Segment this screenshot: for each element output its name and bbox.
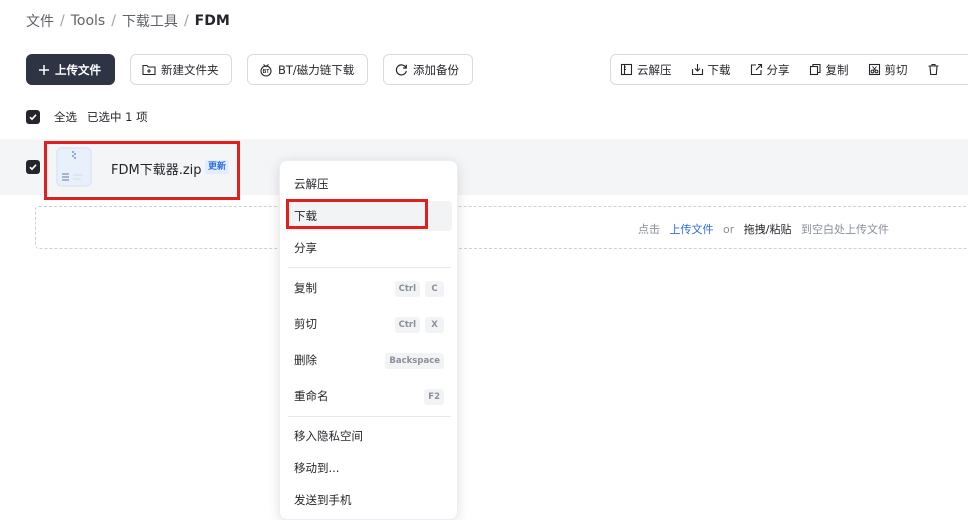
cut-action[interactable]: 剪切: [868, 62, 908, 78]
bt-download-button-label: BT/磁力链下载: [278, 62, 355, 77]
copy-action[interactable]: 复制: [809, 62, 849, 78]
upload-button-label: 上传文件: [55, 62, 101, 77]
download-icon: [691, 64, 703, 76]
dropzone-or: or: [723, 223, 735, 236]
menu-item-label: 云解压: [294, 177, 329, 191]
check-icon: [29, 164, 37, 171]
share-action[interactable]: 分享: [750, 62, 790, 78]
breadcrumb-current: FDM: [194, 13, 230, 29]
archive-icon: [620, 63, 633, 76]
menu-item-label: 移入隐私空间: [294, 429, 363, 443]
breadcrumb-files[interactable]: 文件: [26, 11, 54, 31]
check-icon: [29, 114, 37, 121]
download-action-label: 下载: [707, 62, 731, 77]
add-backup-button-label: 添加备份: [413, 62, 459, 77]
file-checkbox[interactable]: [26, 160, 40, 174]
plus-icon: [39, 64, 49, 75]
bt-icon: BT: [260, 63, 272, 77]
menu-item-move-private[interactable]: 移入隐私空间: [286, 421, 452, 451]
shortcut-cut: Ctrl X: [390, 317, 444, 333]
extract-action-label: 云解压: [637, 62, 672, 77]
dropzone-upload-link[interactable]: 上传文件: [670, 223, 714, 236]
shortcut-key: Ctrl: [394, 317, 420, 333]
dropzone-suffix: 到空白处上传文件: [800, 223, 889, 236]
menu-item-label: 重命名: [294, 389, 329, 403]
shortcut-key: X: [425, 317, 444, 333]
update-badge: 更新: [205, 160, 230, 174]
folder-plus-icon: [142, 64, 156, 76]
dropzone-drag-paste: 拖拽/粘贴: [743, 223, 792, 236]
file-row[interactable]: FDM下载器.zip 更新: [0, 139, 968, 195]
breadcrumb-tools[interactable]: Tools: [71, 13, 106, 29]
menu-item-copy[interactable]: 复制 Ctrl C: [286, 273, 452, 303]
breadcrumb-download-tools[interactable]: 下载工具: [122, 11, 178, 31]
shortcut-key: C: [425, 281, 444, 297]
bt-download-button[interactable]: BT BT/磁力链下载: [247, 54, 368, 85]
shortcut-key: Backspace: [385, 353, 444, 369]
copy-action-label: 复制: [825, 62, 849, 77]
select-all-checkbox[interactable]: [26, 110, 40, 124]
new-folder-button[interactable]: 新建文件夹: [130, 54, 232, 85]
menu-item-label: 删除: [294, 353, 317, 367]
scissors-icon: [868, 63, 880, 76]
menu-divider: [288, 267, 451, 268]
menu-item-rename[interactable]: 重命名 F2: [286, 381, 452, 411]
menu-item-delete[interactable]: 删除 Backspace: [286, 345, 452, 375]
breadcrumb-separator: /: [111, 13, 116, 29]
select-bar: 全选 已选中 1 项: [26, 109, 148, 125]
menu-item-send-phone[interactable]: 发送到手机: [286, 485, 452, 515]
dropzone-prefix: 点击: [638, 223, 660, 236]
add-backup-button[interactable]: 添加备份: [383, 54, 473, 85]
copy-icon: [809, 63, 821, 76]
share-action-label: 分享: [766, 62, 790, 77]
breadcrumb-separator: /: [183, 13, 189, 29]
dropzone-hint: 点击 上传文件 or 拖拽/粘贴 到空白处上传文件: [638, 221, 889, 237]
download-action[interactable]: 下载: [691, 62, 731, 78]
new-folder-button-label: 新建文件夹: [161, 62, 219, 77]
extract-action[interactable]: 云解压: [620, 62, 672, 78]
zip-file-icon: [54, 147, 94, 187]
toolbar: 上传文件 新建文件夹 BT BT/磁力链下载 添加备份: [26, 54, 488, 85]
breadcrumb-separator: /: [60, 13, 65, 29]
menu-item-label: 下载: [294, 209, 317, 223]
menu-item-move-to[interactable]: 移动到...: [286, 453, 452, 483]
menu-item-label: 移动到...: [294, 461, 340, 475]
menu-item-extract[interactable]: 云解压: [286, 169, 452, 199]
breadcrumb: 文件 / Tools / 下载工具 / FDM: [26, 10, 230, 32]
selected-count: 已选中 1 项: [87, 110, 148, 124]
menu-item-label: 分享: [294, 241, 317, 255]
select-all-label[interactable]: 全选: [54, 109, 77, 125]
shortcut-copy: Ctrl C: [390, 281, 444, 297]
share-icon: [750, 63, 762, 76]
refresh-icon: [395, 64, 407, 76]
menu-item-cut[interactable]: 剪切 Ctrl X: [286, 309, 452, 339]
menu-divider: [288, 416, 451, 417]
file-name[interactable]: FDM下载器.zip: [111, 159, 202, 178]
menu-item-download[interactable]: 下载: [286, 201, 452, 231]
svg-text:BT: BT: [263, 69, 270, 75]
shortcut-key: F2: [424, 389, 444, 405]
cut-action-label: 剪切: [884, 62, 908, 77]
context-menu: 云解压 下载 分享 复制 Ctrl C 剪切 Ctrl X 删除 Backspa…: [279, 160, 458, 520]
menu-item-share[interactable]: 分享: [286, 233, 452, 263]
menu-item-label: 发送到手机: [294, 493, 352, 507]
menu-item-label: 剪切: [294, 317, 317, 331]
shortcut-rename: F2: [419, 389, 444, 405]
menu-item-label: 复制: [294, 281, 317, 295]
shortcut-key: Ctrl: [394, 281, 420, 297]
file-action-bar: 云解压 下载 分享 复制 剪切: [610, 54, 968, 85]
shortcut-delete: Backspace: [380, 353, 444, 369]
upload-button[interactable]: 上传文件: [26, 54, 115, 85]
trash-icon: [928, 63, 938, 76]
delete-action[interactable]: [927, 63, 944, 76]
